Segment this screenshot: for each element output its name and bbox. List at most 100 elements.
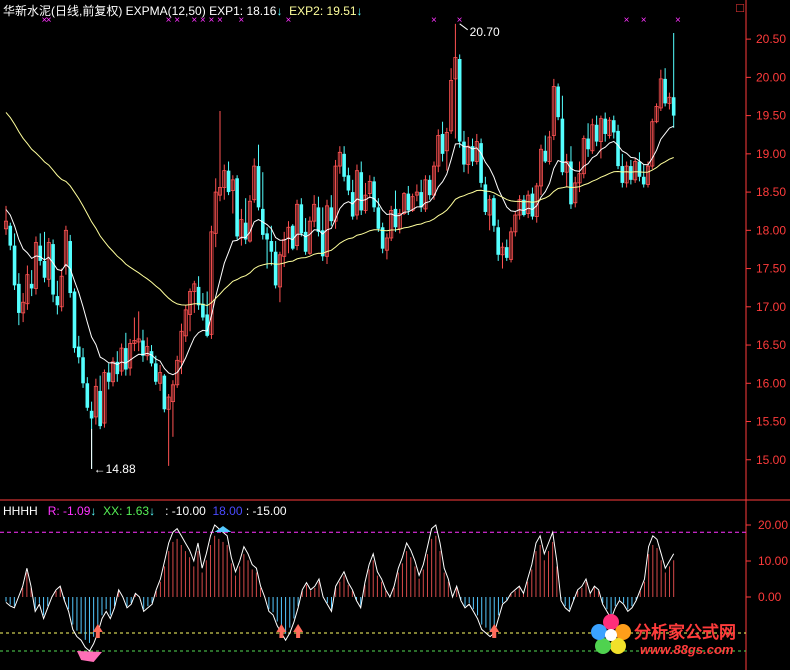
- exp1-arrow-icon: ↓: [276, 4, 283, 18]
- candle-body-down: [504, 247, 509, 258]
- candle-body-down: [72, 291, 77, 349]
- candle-body-down: [256, 166, 261, 208]
- candle-body-down: [89, 410, 94, 419]
- candle-body-down: [359, 172, 364, 211]
- sub-tick-label: 10.00: [758, 554, 788, 568]
- flower-logo-icon: [591, 614, 631, 654]
- line5-value: : -15.00: [245, 504, 287, 518]
- candle-body-down: [51, 244, 55, 295]
- candle-body-down: [316, 207, 321, 232]
- candle-body-down: [55, 296, 60, 306]
- candle-body-down: [265, 233, 269, 240]
- price-tick-label: 15.00: [756, 453, 786, 467]
- candle-body-down: [29, 283, 34, 289]
- price-axis: 15.00 15.50 16.00 16.50 17.00 17.50 18.00 18.50…: [746, 32, 788, 604]
- r-arrow-icon: ↓: [90, 504, 97, 518]
- sub-tick-label: 20.00: [758, 518, 788, 532]
- signal-mark: ×: [675, 15, 681, 26]
- candle-body-down: [201, 303, 205, 318]
- candle-body-down: [543, 150, 548, 162]
- price-tick-label: 16.50: [756, 338, 786, 352]
- candle-body-down: [196, 286, 201, 306]
- price-tick-label: 17.50: [756, 262, 786, 276]
- exp2-value: 19.51: [326, 4, 357, 18]
- candle-body-down: [269, 241, 274, 252]
- watermark-brand: 分析家公式网: [634, 623, 736, 642]
- candle-body-down: [663, 78, 667, 104]
- indicator-header: HHHH R: -1.09↓ XX: 1.63↓ : -10.00 18.00 …: [3, 504, 287, 518]
- candle-body-down: [81, 357, 85, 384]
- candle-body-down: [12, 245, 17, 286]
- r-label: R:: [47, 504, 60, 518]
- stock-title: 华新水泥(日线,前复权): [3, 4, 123, 18]
- candle-body-down: [611, 120, 616, 133]
- candle-body-down: [273, 251, 278, 286]
- candle-body-down: [154, 363, 158, 382]
- candle-body-down: [42, 260, 47, 278]
- high-price-label: 20.70: [470, 25, 500, 39]
- candle-body-down: [98, 390, 102, 427]
- price-tick-label: 20.00: [756, 70, 786, 84]
- candle-body-down: [492, 198, 496, 226]
- r-value: -1.09: [63, 504, 91, 518]
- candle-body-down: [342, 153, 346, 177]
- candle-body-down: [8, 225, 13, 246]
- candle-body-down: [671, 97, 676, 116]
- signal-mark: ×: [624, 15, 630, 26]
- candle-body-down: [106, 372, 111, 382]
- exp1-value: 18.16: [246, 4, 277, 18]
- candle-body-down: [329, 207, 334, 222]
- candle-body-down: [479, 143, 483, 183]
- candle-body-down: [530, 193, 535, 217]
- candle-body-down: [124, 348, 128, 370]
- chart-header: 华新水泥(日线,前复权) EXPMA(12,50) EXP1: 18.16↓ E…: [3, 2, 363, 19]
- price-tick-label: 19.00: [756, 147, 786, 161]
- xx-arrow-icon: ↓: [149, 504, 156, 518]
- candle-body-down: [149, 351, 154, 364]
- price-tick-label: 15.50: [756, 415, 786, 429]
- stock-chart: ←14.8820.70×× × × × × × × × × × × × × × 15.0015.5016.…: [0, 0, 790, 670]
- price-tick-label: 16.00: [756, 376, 786, 390]
- signal-mark: ×: [641, 15, 647, 26]
- candle-body-down: [346, 175, 351, 191]
- candle-body-down: [372, 181, 376, 208]
- signal-mark: ×: [457, 15, 463, 26]
- low-price-label: ←14.88: [94, 462, 136, 476]
- candle-body-down: [226, 170, 231, 193]
- exp2-arrow-icon: ↓: [356, 4, 363, 18]
- candle-body-down: [616, 130, 620, 167]
- sub-tick-label: 0.00: [758, 590, 782, 604]
- maximize-icon[interactable]: □: [736, 0, 744, 15]
- price-tick-label: 19.50: [756, 109, 786, 123]
- candle-body-down: [303, 231, 308, 252]
- xx-label: XX:: [103, 504, 123, 518]
- candle-body-down: [290, 225, 295, 249]
- candle-body-down: [620, 166, 625, 183]
- price-tick-label: 20.50: [756, 32, 786, 46]
- candle-body-down: [76, 346, 81, 358]
- candle-body-down: [462, 141, 466, 165]
- candle-body-down: [85, 383, 90, 408]
- candle-body-down: [17, 283, 21, 313]
- watermark: 分析家公式网 www.88gs.com: [590, 612, 736, 661]
- candle-body-down: [141, 340, 145, 356]
- indicator-name: EXPMA(12,50): [125, 4, 206, 18]
- candle-body-down: [483, 184, 488, 212]
- candle-body-down: [496, 227, 500, 255]
- price-tick-label: 17.00: [756, 300, 786, 314]
- indicator-title: HHHH: [3, 504, 38, 518]
- exp1-label: EXP1:: [209, 4, 244, 18]
- candle-body-down: [406, 193, 411, 211]
- candle-body-down: [629, 166, 633, 180]
- price-tick-label: 18.00: [756, 223, 786, 237]
- price-panel: ←14.8820.70×× × × × × × × × × × × × × ×: [4, 15, 681, 476]
- exp2-label: EXP2:: [289, 4, 324, 18]
- candle-body-down: [235, 178, 239, 237]
- candle-body-down: [393, 208, 398, 228]
- candle-body-down: [641, 176, 646, 185]
- price-tick-label: 18.50: [756, 185, 786, 199]
- low-extreme-fill: [76, 651, 102, 662]
- candle-body-down: [38, 245, 43, 261]
- candle-body-down: [560, 118, 565, 173]
- line4-value: 18.00: [212, 504, 243, 518]
